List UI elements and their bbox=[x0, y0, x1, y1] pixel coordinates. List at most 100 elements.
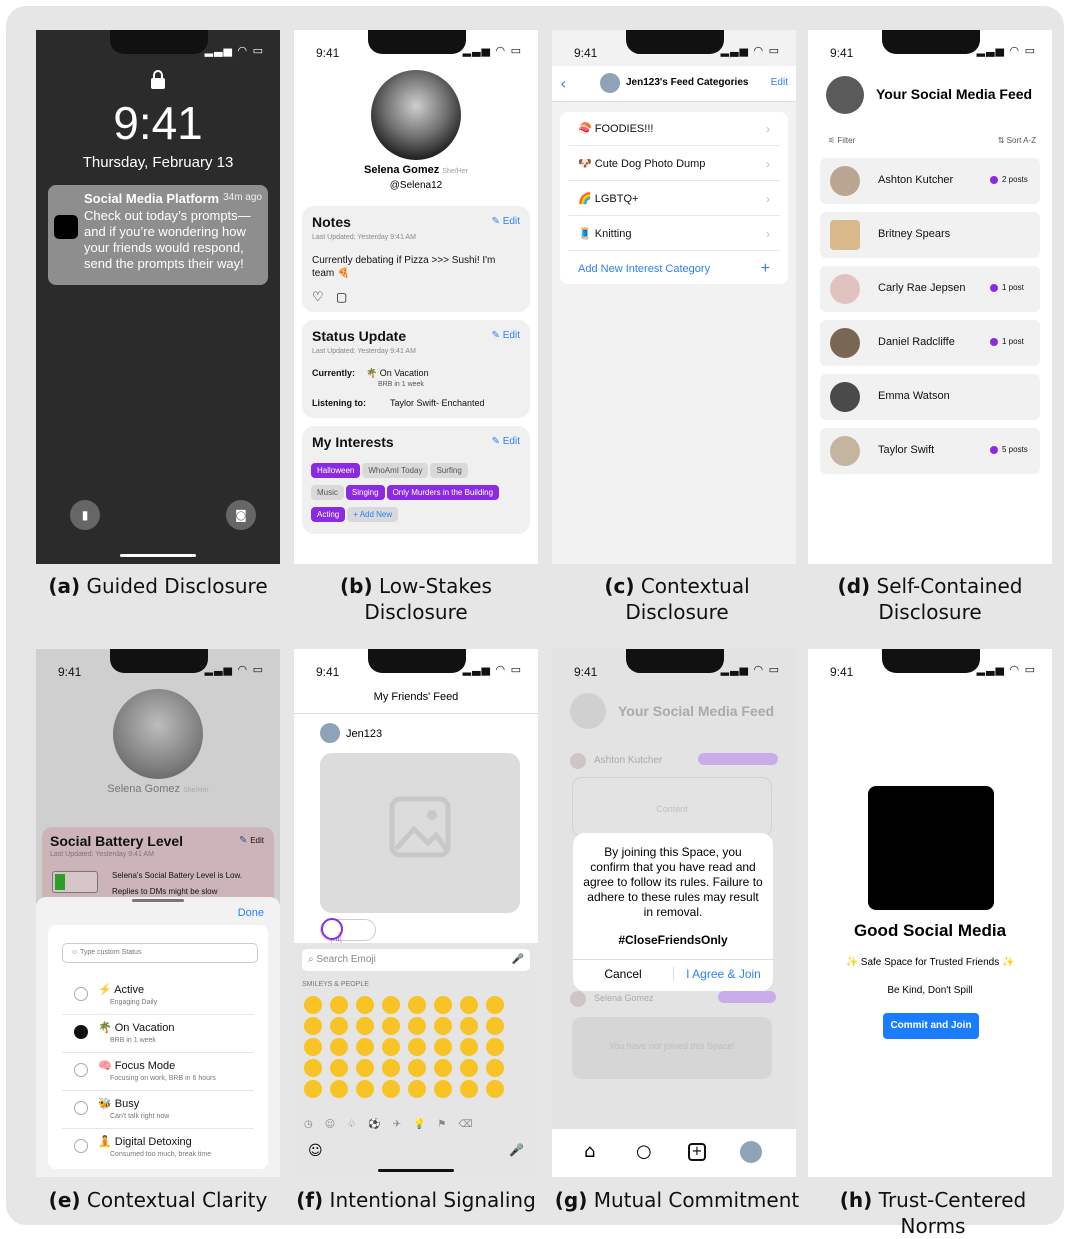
emoji[interactable] bbox=[460, 1017, 478, 1035]
emoji[interactable] bbox=[304, 1038, 322, 1056]
emoji[interactable] bbox=[304, 996, 322, 1014]
dictation-icon[interactable]: 🎤 bbox=[509, 1143, 524, 1157]
emoji[interactable] bbox=[330, 996, 348, 1014]
radio[interactable] bbox=[74, 1139, 88, 1153]
camera-button[interactable]: ◙ bbox=[226, 500, 256, 530]
emoji[interactable] bbox=[382, 1038, 400, 1056]
emoji[interactable] bbox=[434, 1017, 452, 1035]
emoji[interactable] bbox=[408, 996, 426, 1014]
status-option[interactable]: ⚡ Active Engaging Daily bbox=[62, 977, 254, 1015]
emoji[interactable] bbox=[330, 1038, 348, 1056]
emoji-button[interactable]: ☺ bbox=[308, 1143, 323, 1159]
emoji[interactable] bbox=[408, 1038, 426, 1056]
comment-icon[interactable]: ▢ bbox=[336, 290, 347, 304]
agree-join-button[interactable]: I Agree & Join bbox=[673, 967, 773, 981]
emoji[interactable] bbox=[460, 1059, 478, 1077]
battery-edit-button[interactable]: ✎ Edit bbox=[239, 835, 264, 846]
interests-edit-button[interactable]: ✎ Edit bbox=[492, 436, 520, 447]
emoji[interactable] bbox=[330, 1080, 348, 1098]
emoji[interactable] bbox=[356, 1017, 374, 1035]
emoji[interactable] bbox=[304, 1059, 322, 1077]
cancel-button[interactable]: Cancel bbox=[573, 967, 673, 981]
home-icon[interactable]: ⌂ bbox=[584, 1141, 595, 1162]
emoji[interactable] bbox=[356, 1080, 374, 1098]
emoji[interactable] bbox=[460, 1038, 478, 1056]
emoji[interactable] bbox=[382, 1080, 400, 1098]
chip[interactable]: Singing bbox=[345, 485, 385, 500]
radio[interactable] bbox=[74, 987, 88, 1001]
emoji[interactable] bbox=[356, 1059, 374, 1077]
category-row[interactable]: 🌈 LGBTQ+ › bbox=[568, 182, 780, 216]
filter-button[interactable]: ⚟ Filter bbox=[828, 136, 855, 145]
emoji[interactable] bbox=[408, 1080, 426, 1098]
radio[interactable] bbox=[74, 1101, 88, 1115]
emoji[interactable] bbox=[460, 1080, 478, 1098]
emoji[interactable] bbox=[304, 1080, 322, 1098]
emoji[interactable] bbox=[408, 1017, 426, 1035]
emoji[interactable] bbox=[486, 1017, 504, 1035]
emoji[interactable] bbox=[330, 1017, 348, 1035]
emoji[interactable] bbox=[356, 1038, 374, 1056]
emoji[interactable] bbox=[408, 1059, 426, 1077]
status-option[interactable]: 🧘 Digital Detoxing Consumed too much, bre… bbox=[62, 1129, 254, 1167]
emoji[interactable] bbox=[330, 1059, 348, 1077]
status-edit-button[interactable]: ✎ Edit bbox=[492, 330, 520, 341]
emoji[interactable] bbox=[434, 996, 452, 1014]
emoji[interactable] bbox=[382, 996, 400, 1014]
status-option[interactable]: 🐝 Busy Can't talk right now bbox=[62, 1091, 254, 1129]
emoji[interactable] bbox=[434, 1038, 452, 1056]
add-category-button[interactable]: Add New Interest Category + bbox=[568, 252, 780, 286]
done-button[interactable]: Done bbox=[238, 907, 264, 919]
feed-row[interactable]: Taylor Swift 5 posts bbox=[820, 428, 1040, 474]
chip[interactable]: Music bbox=[311, 485, 344, 500]
sort-button[interactable]: ⇅ Sort A-Z bbox=[998, 136, 1036, 145]
chip[interactable]: Surfing bbox=[430, 463, 468, 478]
emoji[interactable] bbox=[486, 1038, 504, 1056]
emoji[interactable] bbox=[434, 1059, 452, 1077]
notes-edit-button[interactable]: ✎ Edit bbox=[492, 216, 520, 227]
feed-row[interactable]: Ashton Kutcher 2 posts bbox=[820, 158, 1040, 204]
emoji[interactable] bbox=[382, 1017, 400, 1035]
emoji[interactable] bbox=[304, 1017, 322, 1035]
emoji-search[interactable]: ⌕ Search Emoji 🎤 bbox=[302, 949, 530, 971]
chip[interactable]: Halloween bbox=[311, 463, 361, 478]
reaction-toggle[interactable] bbox=[320, 918, 376, 941]
status-option[interactable]: 🧠 Focus Mode Focusing on work, BRB in 6 h… bbox=[62, 1053, 254, 1091]
emoji-category-bar[interactable]: ◷☺♧⚽✈💡⚑⌫ bbox=[304, 1119, 485, 1130]
back-chevron-icon[interactable]: ‹ bbox=[560, 74, 566, 93]
emoji[interactable] bbox=[486, 1059, 504, 1077]
category-row[interactable]: 🐶 Cute Dog Photo Dump › bbox=[568, 147, 780, 181]
feed-row[interactable]: Emma Watson bbox=[820, 374, 1040, 420]
chip[interactable]: Acting bbox=[311, 507, 346, 522]
heart-icon[interactable]: ♡ bbox=[312, 290, 324, 305]
category-row[interactable]: 🧵 Knitting › bbox=[568, 217, 780, 251]
notification[interactable]: Social Media Platform 34m ago Check out … bbox=[48, 185, 268, 285]
emoji[interactable] bbox=[434, 1080, 452, 1098]
emoji[interactable] bbox=[486, 996, 504, 1014]
mic-icon[interactable]: 🎤 bbox=[512, 954, 524, 965]
commit-join-button[interactable]: Commit and Join bbox=[883, 1013, 979, 1039]
emoji[interactable] bbox=[382, 1059, 400, 1077]
feed-row[interactable]: Britney Spears bbox=[820, 212, 1040, 258]
add-new-chip[interactable]: + Add New bbox=[347, 507, 399, 522]
profile-tab-avatar[interactable] bbox=[740, 1141, 762, 1163]
feed-avatar bbox=[570, 693, 606, 729]
chip[interactable]: WhoAmI Today bbox=[362, 463, 429, 478]
emoji[interactable] bbox=[460, 996, 478, 1014]
custom-status-input[interactable]: ☺ Type custom Status bbox=[62, 943, 258, 963]
nav-edit-button[interactable]: Edit bbox=[771, 77, 788, 88]
flashlight-button[interactable]: ▮ bbox=[70, 500, 100, 530]
radio[interactable] bbox=[74, 1063, 88, 1077]
emoji[interactable] bbox=[486, 1080, 504, 1098]
feed-row[interactable]: Daniel Radcliffe 1 post bbox=[820, 320, 1040, 366]
lock-clock: 9:41 bbox=[113, 97, 203, 149]
search-icon[interactable]: ○ bbox=[636, 1141, 652, 1162]
emoji[interactable] bbox=[356, 996, 374, 1014]
radio-selected[interactable] bbox=[74, 1025, 88, 1039]
sheet-grabber[interactable] bbox=[132, 899, 184, 902]
add-post-icon[interactable]: + bbox=[688, 1143, 706, 1161]
status-option[interactable]: 🌴 On Vacation BRB in 1 week bbox=[62, 1015, 254, 1053]
feed-row[interactable]: Carly Rae Jepsen 1 post bbox=[820, 266, 1040, 312]
chip[interactable]: Only Murders in the Building bbox=[386, 485, 500, 500]
category-row[interactable]: 🍣 FOODIES!!! › bbox=[568, 112, 780, 146]
